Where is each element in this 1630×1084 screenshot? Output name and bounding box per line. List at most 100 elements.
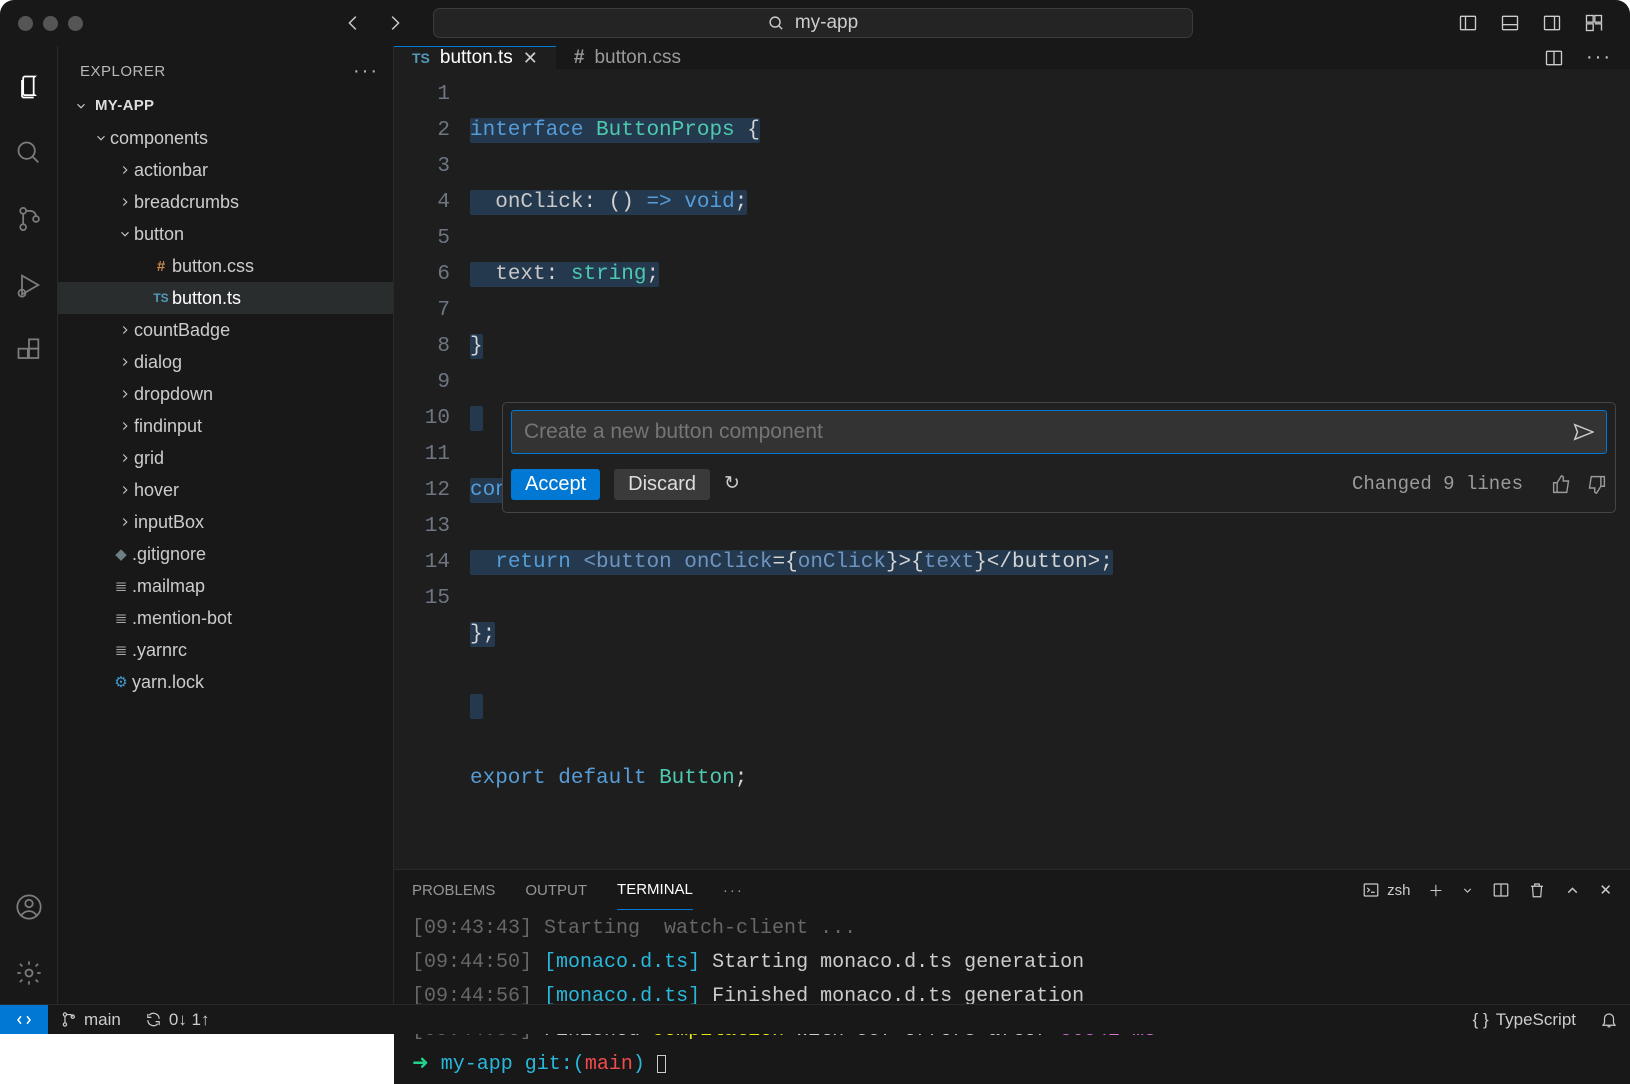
folder-label: dropdown <box>134 384 213 405</box>
line-gutter: 123456789101112131415 <box>394 69 464 869</box>
refresh-icon[interactable]: ↻ <box>724 466 740 502</box>
more-icon[interactable]: ··· <box>353 60 379 83</box>
extensions-icon[interactable] <box>14 336 44 366</box>
tab-button-css[interactable]: # button.css <box>556 46 699 69</box>
back-icon[interactable] <box>343 12 365 34</box>
folder-row[interactable]: components <box>58 122 393 154</box>
thumbs-up-icon[interactable] <box>1551 474 1572 495</box>
file-row[interactable]: ≣.mention-bot <box>58 602 393 634</box>
file-row[interactable]: #button.css <box>58 250 393 282</box>
folder-row[interactable]: grid <box>58 442 393 474</box>
language-mode[interactable]: { } TypeScript <box>1461 1010 1588 1030</box>
folder-label: button <box>134 224 184 245</box>
activity-bar <box>0 46 58 1004</box>
chevron-right-icon <box>116 163 134 177</box>
file-row[interactable]: ⚙yarn.lock <box>58 666 393 698</box>
chevron-down-icon <box>116 227 134 241</box>
chevron-right-icon <box>116 451 134 465</box>
file-row[interactable]: ◆.gitignore <box>58 538 393 570</box>
folder-row[interactable]: findinput <box>58 410 393 442</box>
bottom-panel: PROBLEMS OUTPUT TERMINAL ··· zsh ＋ <box>394 869 1630 1084</box>
folder-row[interactable]: hover <box>58 474 393 506</box>
trash-icon[interactable] <box>1528 881 1546 899</box>
branch-label: main <box>84 1010 121 1030</box>
tab-button-ts[interactable]: TS button.ts ✕ <box>394 46 556 69</box>
folder-row[interactable]: breadcrumbs <box>58 186 393 218</box>
thumbs-down-icon[interactable] <box>1586 474 1607 495</box>
run-debug-icon[interactable] <box>14 270 44 300</box>
sync-status[interactable]: 0↓ 1↑ <box>133 1005 222 1034</box>
layout-customize-icon[interactable] <box>1584 13 1604 33</box>
folder-row[interactable]: actionbar <box>58 154 393 186</box>
folder-label: findinput <box>134 416 202 437</box>
shell-label: zsh <box>1387 882 1410 899</box>
accept-button[interactable]: Accept <box>511 469 600 500</box>
shell-indicator[interactable]: zsh <box>1362 881 1410 899</box>
folder-label: actionbar <box>134 160 208 181</box>
source-control-icon[interactable] <box>14 204 44 234</box>
panel-tab-terminal[interactable]: TERMINAL <box>617 870 693 910</box>
more-icon[interactable]: ··· <box>1586 46 1612 69</box>
file-icon: ≣ <box>110 609 132 627</box>
status-bar: main 0↓ 1↑ { } TypeScript <box>0 1004 1630 1034</box>
remote-indicator[interactable] <box>0 1005 48 1034</box>
folder-row[interactable]: button <box>58 218 393 250</box>
zoom-dot[interactable] <box>68 16 83 31</box>
forward-icon[interactable] <box>383 12 405 34</box>
command-center-search[interactable]: my-app <box>433 8 1193 38</box>
branch-status[interactable]: main <box>48 1005 133 1034</box>
folder-label: hover <box>134 480 179 501</box>
folder-row[interactable]: dropdown <box>58 378 393 410</box>
discard-button[interactable]: Discard <box>614 469 710 500</box>
close-dot[interactable] <box>18 16 33 31</box>
toggle-panel-icon[interactable] <box>1500 13 1520 33</box>
file-tree: components actionbar breadcrumbs button #but… <box>58 122 393 1004</box>
panel-tabs: PROBLEMS OUTPUT TERMINAL ··· zsh ＋ <box>394 870 1630 910</box>
more-icon[interactable]: ··· <box>723 882 744 899</box>
chevron-down-icon <box>74 99 88 113</box>
tab-label: button.ts <box>440 47 513 69</box>
file-label: button.ts <box>172 288 241 309</box>
notifications-icon[interactable] <box>1588 1011 1630 1029</box>
inline-chat-input[interactable] <box>524 420 1572 444</box>
title-bar: my-app <box>0 0 1630 46</box>
send-icon[interactable] <box>1572 421 1594 443</box>
search-icon <box>768 15 785 32</box>
minimize-dot[interactable] <box>43 16 58 31</box>
file-row[interactable]: ≣.mailmap <box>58 570 393 602</box>
file-row[interactable]: TSbutton.ts <box>58 282 393 314</box>
folder-row[interactable]: inputBox <box>58 506 393 538</box>
gear-icon[interactable] <box>14 958 44 988</box>
folder-label: inputBox <box>134 512 204 533</box>
folder-label: countBadge <box>134 320 230 341</box>
file-row[interactable]: ≣.yarnrc <box>58 634 393 666</box>
file-label: .mention-bot <box>132 608 232 629</box>
new-terminal-icon[interactable]: ＋ <box>1428 880 1443 901</box>
chevron-right-icon <box>116 483 134 497</box>
accounts-icon[interactable] <box>14 892 44 922</box>
explorer-icon[interactable] <box>14 72 44 102</box>
folder-row[interactable]: countBadge <box>58 314 393 346</box>
split-editor-icon[interactable] <box>1544 48 1564 68</box>
terminal-output[interactable]: [09:43:43] Starting watch-client ... [09… <box>394 910 1630 1084</box>
split-terminal-icon[interactable] <box>1492 881 1510 899</box>
chevron-right-icon <box>116 515 134 529</box>
folder-label: breadcrumbs <box>134 192 239 213</box>
search-activity-icon[interactable] <box>14 138 44 168</box>
folder-row[interactable]: dialog <box>58 346 393 378</box>
panel-tab-problems[interactable]: PROBLEMS <box>412 882 495 899</box>
file-label: .yarnrc <box>132 640 187 661</box>
inline-chat: Accept Discard ↻ Changed 9 lines <box>502 402 1616 513</box>
terminal-dropdown-icon[interactable] <box>1461 884 1474 897</box>
explorer-sidebar: EXPLORER ··· MY-APP componentsactionbarb… <box>58 46 393 1004</box>
workspace-root[interactable]: MY-APP <box>58 91 393 122</box>
panel-tab-output[interactable]: OUTPUT <box>525 882 587 899</box>
close-panel-icon[interactable]: ✕ <box>1599 881 1612 899</box>
code-editor[interactable]: 123456789101112131415 interface ButtonPr… <box>394 69 1630 869</box>
toggle-sidebar-icon[interactable] <box>1458 13 1478 33</box>
file-icon: ◆ <box>110 545 132 563</box>
maximize-panel-icon[interactable] <box>1564 882 1581 899</box>
close-icon[interactable]: ✕ <box>523 48 538 69</box>
ts-icon: TS <box>412 50 430 66</box>
toggle-secondary-icon[interactable] <box>1542 13 1562 33</box>
